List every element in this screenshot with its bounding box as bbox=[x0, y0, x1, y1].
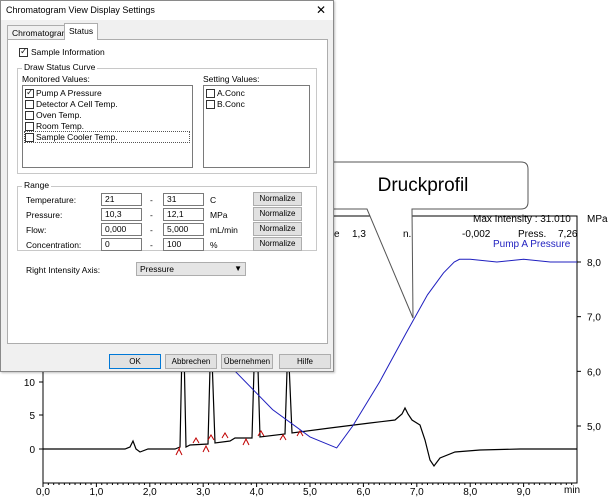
checkbox[interactable] bbox=[25, 111, 34, 121]
list-item[interactable]: A.Conc bbox=[206, 88, 245, 99]
list-item[interactable]: Detector A Cell Temp. bbox=[25, 99, 118, 110]
sample-information-label: Sample Information bbox=[31, 47, 105, 57]
item-label: Oven Temp. bbox=[36, 110, 82, 120]
checkbox[interactable] bbox=[206, 100, 215, 110]
list-item[interactable]: Oven Temp. bbox=[25, 110, 82, 121]
range-dash: - bbox=[150, 210, 153, 220]
range-unit: C bbox=[210, 195, 217, 205]
checkbox[interactable] bbox=[25, 122, 34, 132]
list-item[interactable]: Room Temp. bbox=[25, 121, 85, 132]
range-label-temperature: Temperature: bbox=[26, 195, 77, 205]
help-button[interactable]: Hilfe bbox=[279, 354, 331, 369]
tab-status[interactable]: Status bbox=[64, 23, 99, 40]
info-fragment: Press. bbox=[518, 229, 547, 240]
checkbox[interactable] bbox=[25, 100, 34, 110]
x-tick-label: 2,0 bbox=[143, 487, 157, 498]
right-axis-unit: MPa bbox=[587, 214, 608, 225]
flow-max-field[interactable]: 5,000 bbox=[163, 223, 204, 236]
flow-min-field[interactable]: 0,000 bbox=[101, 223, 142, 236]
x-tick-label: 0,0 bbox=[36, 487, 50, 498]
monitored-values-label: Monitored Values: bbox=[22, 74, 90, 84]
x-axis-unit: min bbox=[564, 485, 581, 496]
range-label-concentration: Concentration: bbox=[26, 240, 82, 250]
sample-information-checkbox[interactable] bbox=[19, 46, 28, 57]
range-dash: - bbox=[150, 225, 153, 235]
item-label: Sample Cooler Temp. bbox=[36, 132, 118, 142]
temperature-min-field[interactable]: 21 bbox=[101, 193, 142, 206]
right-intensity-axis-select[interactable]: Pressure ▼ bbox=[136, 262, 246, 276]
monitored-values-list[interactable]: Pump A Pressure Detector A Cell Temp. Ov… bbox=[22, 85, 193, 168]
concentration-max-field[interactable]: 100 bbox=[163, 238, 204, 251]
range-unit: % bbox=[210, 240, 218, 250]
normalize-flow-button[interactable]: Normalize bbox=[253, 222, 302, 236]
setting-values-label: Setting Values: bbox=[203, 74, 260, 84]
info-fragment: 7,26 bbox=[558, 229, 578, 240]
chevron-down-icon: ▼ bbox=[234, 264, 242, 273]
status-tab-panel: Sample Information Draw Status Curve Mon… bbox=[7, 39, 328, 344]
checkbox[interactable] bbox=[25, 133, 34, 143]
range-label-pressure: Pressure: bbox=[26, 210, 63, 220]
left-axis: 10 5 0 bbox=[24, 378, 43, 456]
list-item[interactable]: Pump A Pressure bbox=[25, 87, 102, 99]
range-dash: - bbox=[150, 195, 153, 205]
x-tick-label: 8,0 bbox=[463, 487, 477, 498]
concentration-min-field[interactable]: 0 bbox=[101, 238, 142, 251]
info-fragment: -0,002 bbox=[462, 229, 491, 240]
close-icon[interactable]: ✕ bbox=[316, 3, 326, 17]
right-tick-label: 7,0 bbox=[587, 313, 601, 324]
x-tick-label: 5,0 bbox=[303, 487, 317, 498]
right-tick-label: 5,0 bbox=[587, 422, 601, 433]
item-label: Detector A Cell Temp. bbox=[36, 99, 118, 109]
range-label-flow: Flow: bbox=[26, 225, 47, 235]
checkbox[interactable] bbox=[206, 89, 215, 99]
x-tick-label: 6,0 bbox=[356, 487, 370, 498]
x-tick-label: 7,0 bbox=[410, 487, 424, 498]
range-unit: mL/min bbox=[210, 225, 238, 235]
range-dash: - bbox=[150, 240, 153, 250]
callout-text: Druckprofil bbox=[377, 175, 469, 196]
select-value: Pressure bbox=[140, 264, 175, 274]
right-tick-label: 8,0 bbox=[587, 258, 601, 269]
settings-dialog: Chromatogram View Display Settings ✕ Chr… bbox=[0, 0, 334, 372]
item-label: B.Conc bbox=[217, 99, 245, 109]
list-item[interactable]: B.Conc bbox=[206, 99, 245, 110]
x-tick-label: 3,0 bbox=[196, 487, 210, 498]
normalize-pressure-button[interactable]: Normalize bbox=[253, 207, 302, 221]
x-axis: 0,0 1,0 2,0 3,0 4,0 5,0 6,0 7,0 8,0 9,0 bbox=[36, 483, 573, 498]
item-label: Pump A Pressure bbox=[36, 88, 102, 98]
normalize-temperature-button[interactable]: Normalize bbox=[253, 192, 302, 206]
right-tick-label: 6,0 bbox=[587, 367, 601, 378]
series-label: Pump A Pressure bbox=[493, 239, 571, 250]
normalize-concentration-button[interactable]: Normalize bbox=[253, 237, 302, 251]
right-intensity-axis-label: Right Intensity Axis: bbox=[26, 265, 101, 275]
dialog-titlebar[interactable]: Chromatogram View Display Settings ✕ bbox=[1, 1, 333, 20]
cancel-button[interactable]: Abbrechen bbox=[165, 354, 217, 369]
apply-button[interactable]: Übernehmen bbox=[221, 354, 273, 369]
x-tick-label: 9,0 bbox=[517, 487, 531, 498]
x-tick-label: 4,0 bbox=[250, 487, 264, 498]
dialog-title: Chromatogram View Display Settings bbox=[6, 5, 155, 15]
pressure-min-field[interactable]: 10,3 bbox=[101, 208, 142, 221]
checkbox[interactable] bbox=[25, 87, 34, 99]
ok-button[interactable]: OK bbox=[109, 354, 161, 369]
left-tick-label: 10 bbox=[24, 378, 36, 389]
max-intensity-label: Max Intensity : 31.010 bbox=[473, 214, 571, 225]
x-tick-label: 1,0 bbox=[89, 487, 103, 498]
left-tick-label: 0 bbox=[29, 445, 35, 456]
range-title: Range bbox=[22, 180, 52, 190]
right-axis: 8,0 7,0 6,0 5,0 bbox=[577, 258, 601, 433]
left-tick-label: 5 bbox=[29, 411, 35, 422]
info-fragment: n. bbox=[403, 229, 412, 240]
temperature-max-field[interactable]: 31 bbox=[163, 193, 204, 206]
range-unit: MPa bbox=[210, 210, 228, 220]
pressure-max-field[interactable]: 12,1 bbox=[163, 208, 204, 221]
info-fragment: e bbox=[334, 229, 340, 240]
setting-values-list[interactable]: A.Conc B.Conc bbox=[203, 85, 310, 168]
item-label: Room Temp. bbox=[36, 121, 85, 131]
item-label: A.Conc bbox=[217, 88, 245, 98]
draw-status-title: Draw Status Curve bbox=[22, 62, 98, 72]
list-item-focused[interactable]: Sample Cooler Temp. bbox=[24, 131, 190, 144]
info-fragment: 1,3 bbox=[352, 229, 366, 240]
